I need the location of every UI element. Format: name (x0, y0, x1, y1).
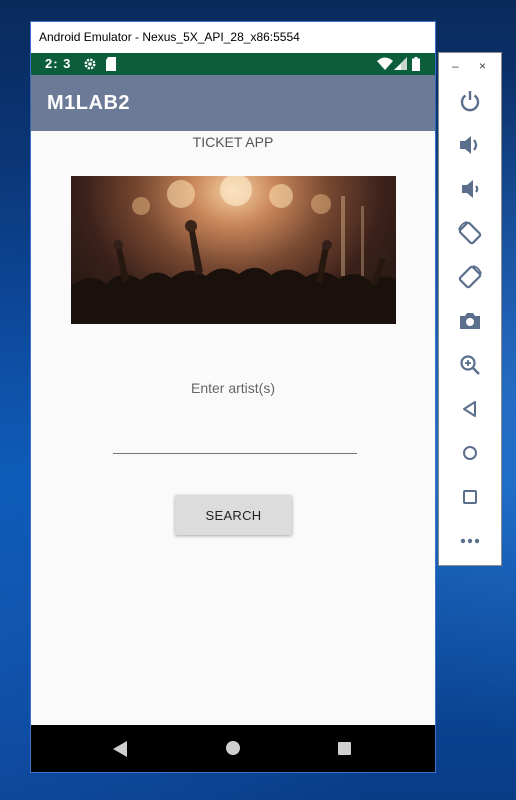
app-bar: M1LAB2 (31, 75, 435, 131)
zoom-icon[interactable] (455, 350, 485, 380)
nav-overview-icon[interactable] (338, 742, 351, 760)
rotate-left-icon[interactable] (455, 218, 485, 248)
nav-back-icon[interactable] (113, 741, 127, 762)
signal-icon (394, 57, 407, 74)
artist-input[interactable] (113, 421, 357, 454)
window-title: Android Emulator - Nexus_5X_API_28_x86:5… (31, 22, 435, 53)
app-content: TICKET APP Enter artist(s) SEARCH (31, 131, 435, 725)
home-icon[interactable] (455, 438, 485, 468)
volume-down-icon[interactable] (455, 174, 485, 204)
status-bar: 2: 3 (31, 53, 435, 75)
concert-image (71, 176, 396, 324)
more-icon[interactable] (455, 526, 485, 556)
back-icon[interactable] (455, 394, 485, 424)
emulator-window: Android Emulator - Nexus_5X_API_28_x86:5… (30, 21, 436, 773)
emulator-toolbar: – × (438, 52, 502, 566)
nav-bar (31, 725, 435, 772)
rotate-right-icon[interactable] (455, 262, 485, 292)
minimize-icon[interactable]: – (452, 59, 459, 73)
close-icon[interactable]: × (479, 59, 486, 73)
app-title: M1LAB2 (47, 92, 131, 114)
status-time: 2: 3 (45, 56, 72, 71)
volume-up-icon[interactable] (455, 130, 485, 160)
overview-icon[interactable] (455, 482, 485, 512)
sd-card-icon (105, 57, 117, 74)
camera-icon[interactable] (455, 306, 485, 336)
app-subtitle: TICKET APP (192, 134, 274, 150)
settings-icon (83, 57, 97, 74)
artist-prompt-label: Enter artist(s) (190, 380, 275, 396)
nav-home-icon[interactable] (226, 741, 240, 760)
battery-icon (412, 57, 420, 74)
power-icon[interactable] (455, 86, 485, 116)
wifi-icon (377, 57, 393, 74)
search-button[interactable]: SEARCH (175, 495, 292, 535)
